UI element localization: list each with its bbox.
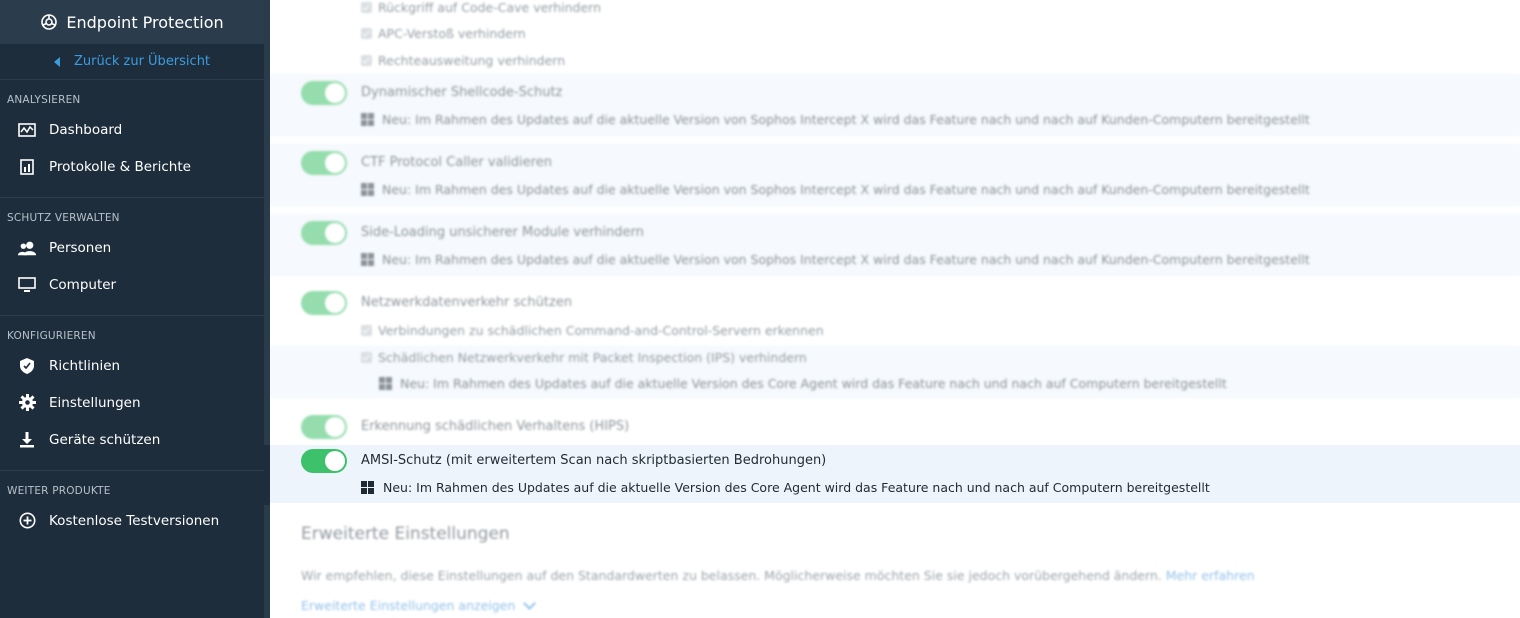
feature-title: CTF Protocol Caller validieren xyxy=(361,155,552,170)
nav-item-protect-devices[interactable]: Geräte schützen xyxy=(0,421,270,458)
product-logo-icon xyxy=(41,14,58,30)
nav-item-reports[interactable]: Protokolle & Berichte xyxy=(0,148,270,185)
feature-note: Neu: Im Rahmen des Updates auf die aktue… xyxy=(361,112,1310,127)
windows-icon xyxy=(361,253,374,266)
checkbox-icon xyxy=(361,28,372,39)
sidebar: Endpoint Protection Zurück zur Übersicht… xyxy=(0,0,270,618)
gear-icon xyxy=(17,394,37,412)
advanced-settings-heading: Erweiterte Einstellungen xyxy=(301,524,510,544)
checkbox-ips[interactable]: Schädlichen Netzwerkverkehr mit Packet I… xyxy=(361,350,807,365)
amsi-feature-note: Neu: Im Rahmen des Updates auf die aktue… xyxy=(361,480,1210,495)
section-title-analysieren: ANALYSIEREN xyxy=(7,94,81,106)
toggle-ctf[interactable] xyxy=(301,151,347,175)
nav-item-policies[interactable]: Richtlinien xyxy=(0,347,270,384)
nav-label-dashboard: Dashboard xyxy=(49,121,123,138)
nav-label-protect-devices: Geräte schützen xyxy=(49,431,161,448)
nav-label-computer: Computer xyxy=(49,276,117,293)
chevron-down-icon xyxy=(523,597,537,610)
advanced-settings-description: Wir empfehlen, diese Einstellungen auf d… xyxy=(301,568,1255,583)
show-advanced-settings-link[interactable]: Erweiterte Einstellungen anzeigen xyxy=(301,597,537,613)
shield-icon xyxy=(17,357,37,375)
feature-note: Neu: Im Rahmen des Updates auf die aktue… xyxy=(379,376,1227,391)
feature-title: Side-Loading unsicherer Module verhinder… xyxy=(361,225,644,240)
checkbox-privilege-escalation[interactable]: Rechteausweitung verhindern xyxy=(361,53,565,68)
nav-label-settings: Einstellungen xyxy=(49,394,141,411)
product-name: Endpoint Protection xyxy=(66,12,224,32)
amsi-feature-title: AMSI-Schutz (mit erweitertem Scan nach s… xyxy=(361,453,827,468)
monitor-icon xyxy=(17,276,37,294)
nav-label-policies: Richtlinien xyxy=(49,357,121,374)
toggle-side-loading[interactable] xyxy=(301,221,347,245)
nav-label-reports: Protokolle & Berichte xyxy=(49,158,191,175)
section-title-weiter-produkte: WEITER PRODUKTE xyxy=(7,485,111,497)
toggle-network-traffic[interactable] xyxy=(301,291,347,315)
toggle-hips[interactable] xyxy=(301,415,347,439)
checkbox-code-cave[interactable]: Rückgriff auf Code-Cave verhindern xyxy=(361,0,601,15)
windows-icon xyxy=(379,377,392,390)
checkbox-icon xyxy=(361,55,372,66)
feature-title: Netzwerkdatenverkehr schützen xyxy=(361,295,573,310)
feature-title: Erkennung schädlichen Verhaltens (HIPS) xyxy=(361,419,630,434)
feature-title: Dynamischer Shellcode-Schutz xyxy=(361,85,563,100)
toggle-amsi[interactable] xyxy=(301,449,347,473)
nav-item-free-trials[interactable]: Kostenlose Testversionen xyxy=(0,502,270,539)
windows-icon xyxy=(361,183,374,196)
download-icon xyxy=(17,431,37,449)
back-to-overview-link[interactable]: Zurück zur Übersicht xyxy=(0,44,264,80)
checkbox-icon xyxy=(361,2,372,13)
feature-note: Neu: Im Rahmen des Updates auf die aktue… xyxy=(361,252,1310,267)
learn-more-link[interactable]: Mehr erfahren xyxy=(1166,568,1255,583)
back-label: Zurück zur Übersicht xyxy=(73,54,211,69)
caret-left-icon xyxy=(53,56,60,67)
people-icon xyxy=(17,239,37,257)
main-content: Rückgriff auf Code-Cave verhindern APC-V… xyxy=(270,0,1520,618)
section-title-konfigurieren: KONFIGURIEREN xyxy=(7,330,96,342)
dashboard-icon xyxy=(17,121,37,139)
nav-item-computer[interactable]: Computer xyxy=(0,266,270,303)
checkbox-c2-servers[interactable]: Verbindungen zu schädlichen Command-and-… xyxy=(361,323,824,338)
nav-item-people[interactable]: Personen xyxy=(0,229,270,266)
checkbox-icon xyxy=(361,325,372,336)
nav-item-dashboard[interactable]: Dashboard xyxy=(0,111,270,148)
nav-item-settings[interactable]: Einstellungen xyxy=(0,384,270,421)
windows-icon xyxy=(361,481,374,494)
reports-icon xyxy=(17,158,37,176)
section-title-schutz-verwalten: SCHUTZ VERWALTEN xyxy=(7,212,120,224)
plus-circle-icon xyxy=(17,512,37,530)
windows-icon xyxy=(361,113,374,126)
checkbox-icon xyxy=(361,352,372,363)
product-header[interactable]: Endpoint Protection xyxy=(0,0,264,44)
checkbox-apc[interactable]: APC-Verstoß verhindern xyxy=(361,26,526,41)
nav-label-free-trials: Kostenlose Testversionen xyxy=(49,512,220,529)
nav-label-people: Personen xyxy=(49,239,112,256)
feature-note: Neu: Im Rahmen des Updates auf die aktue… xyxy=(361,182,1310,197)
toggle-shellcode[interactable] xyxy=(301,81,347,105)
